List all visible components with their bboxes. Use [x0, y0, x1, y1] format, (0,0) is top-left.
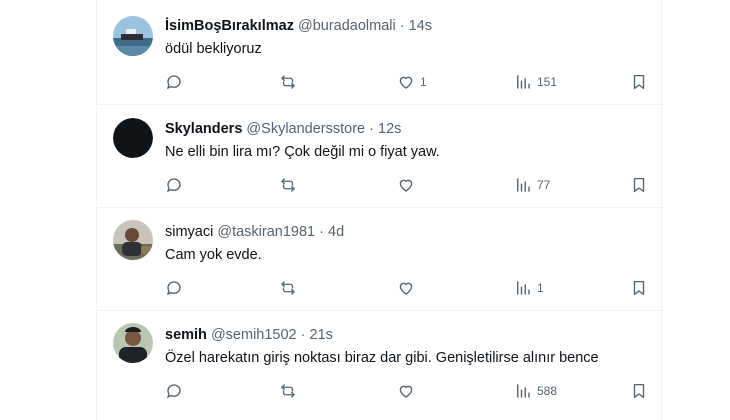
retweet-button[interactable] — [279, 381, 297, 401]
reply-item[interactable]: simyaci @taskiran1981 · 4d Cam yok evde. — [97, 208, 663, 311]
separator-dot: · — [399, 18, 405, 34]
timestamp[interactable]: 12s — [378, 121, 401, 137]
like-icon — [397, 382, 415, 400]
reply-header: simyaci @taskiran1981 · 4d — [165, 223, 344, 241]
reply-button[interactable] — [165, 278, 183, 298]
reply-icon — [165, 382, 183, 400]
views-button[interactable]: 151 — [514, 72, 557, 92]
timestamp[interactable]: 14s — [409, 18, 432, 34]
separator-dot: · — [300, 327, 306, 343]
reply-icon — [165, 279, 183, 297]
separator-dot: · — [319, 224, 324, 240]
user-handle[interactable]: @Skylandersstore — [246, 121, 365, 137]
reply-text: Ne elli bin lira mı? Çok değil mi o fiya… — [165, 144, 440, 160]
views-icon — [514, 382, 532, 400]
timestamp[interactable]: 21s — [310, 327, 333, 343]
bookmark-icon — [630, 176, 648, 194]
bookmark-button[interactable] — [630, 381, 648, 401]
reply-text: Cam yok evde. — [165, 247, 262, 263]
reply-header: İsimBoşBırakılmaz @buradaolmali · 14s — [165, 17, 432, 35]
bookmark-button[interactable] — [630, 175, 648, 195]
like-icon — [397, 73, 415, 91]
bookmark-button[interactable] — [630, 72, 648, 92]
retweet-button[interactable] — [279, 278, 297, 298]
display-name[interactable]: simyaci — [165, 224, 213, 240]
reply-item[interactable]: İsimBoşBırakılmaz @buradaolmali · 14s öd… — [97, 2, 663, 105]
reply-icon — [165, 73, 183, 91]
like-button[interactable] — [397, 175, 415, 195]
reply-item[interactable]: semih @semih1502 · 21s Özel harekatın gi… — [97, 311, 663, 420]
retweet-button[interactable] — [279, 175, 297, 195]
like-button[interactable] — [397, 381, 415, 401]
reply-text: Özel harekatın giriş noktası biraz dar g… — [165, 350, 599, 366]
action-bar: 77 — [165, 175, 655, 195]
bookmark-icon — [630, 73, 648, 91]
reply-header: semih @semih1502 · 21s — [165, 326, 333, 344]
like-button[interactable] — [397, 278, 415, 298]
like-count: 1 — [420, 75, 427, 89]
views-button[interactable]: 588 — [514, 381, 557, 401]
retweet-icon — [279, 176, 297, 194]
bookmark-icon — [630, 382, 648, 400]
reply-button[interactable] — [165, 175, 183, 195]
avatar[interactable] — [113, 118, 153, 158]
retweet-icon — [279, 382, 297, 400]
reply-feed: İsimBoşBırakılmaz @buradaolmali · 14s öd… — [96, 0, 663, 420]
display-name[interactable]: semih — [165, 327, 207, 343]
like-button[interactable]: 1 — [397, 72, 427, 92]
avatar[interactable] — [113, 323, 153, 363]
separator-dot: · — [369, 121, 374, 137]
retweet-icon — [279, 279, 297, 297]
display-name[interactable]: İsimBoşBırakılmaz — [165, 18, 294, 34]
timestamp[interactable]: 4d — [328, 224, 344, 240]
views-icon — [514, 73, 532, 91]
reply-item[interactable]: Skylanders @Skylandersstore · 12s Ne ell… — [97, 105, 663, 208]
retweet-button[interactable] — [279, 72, 297, 92]
view-count: 1 — [537, 281, 544, 295]
avatar[interactable] — [113, 16, 153, 56]
display-name[interactable]: Skylanders — [165, 121, 242, 137]
retweet-icon — [279, 73, 297, 91]
action-bar: 588 — [165, 381, 655, 401]
bookmark-icon — [630, 279, 648, 297]
action-bar: 1 — [165, 278, 655, 298]
avatar[interactable] — [113, 220, 153, 260]
bookmark-button[interactable] — [630, 278, 648, 298]
views-icon — [514, 176, 532, 194]
reply-text: ödül bekliyoruz — [165, 41, 262, 57]
like-icon — [397, 279, 415, 297]
action-bar: 1 151 — [165, 72, 655, 92]
reply-button[interactable] — [165, 381, 183, 401]
user-handle[interactable]: @taskiran1981 — [217, 224, 315, 240]
user-handle[interactable]: @buradaolmali — [298, 18, 396, 34]
user-handle[interactable]: @semih1502 — [211, 327, 297, 343]
views-button[interactable]: 77 — [514, 175, 550, 195]
view-count: 77 — [537, 178, 551, 192]
reply-icon — [165, 176, 183, 194]
views-icon — [514, 279, 532, 297]
reply-header: Skylanders @Skylandersstore · 12s — [165, 120, 401, 138]
like-icon — [397, 176, 415, 194]
view-count: 151 — [537, 75, 558, 89]
views-button[interactable]: 1 — [514, 278, 544, 298]
reply-button[interactable] — [165, 72, 183, 92]
view-count: 588 — [537, 384, 558, 398]
